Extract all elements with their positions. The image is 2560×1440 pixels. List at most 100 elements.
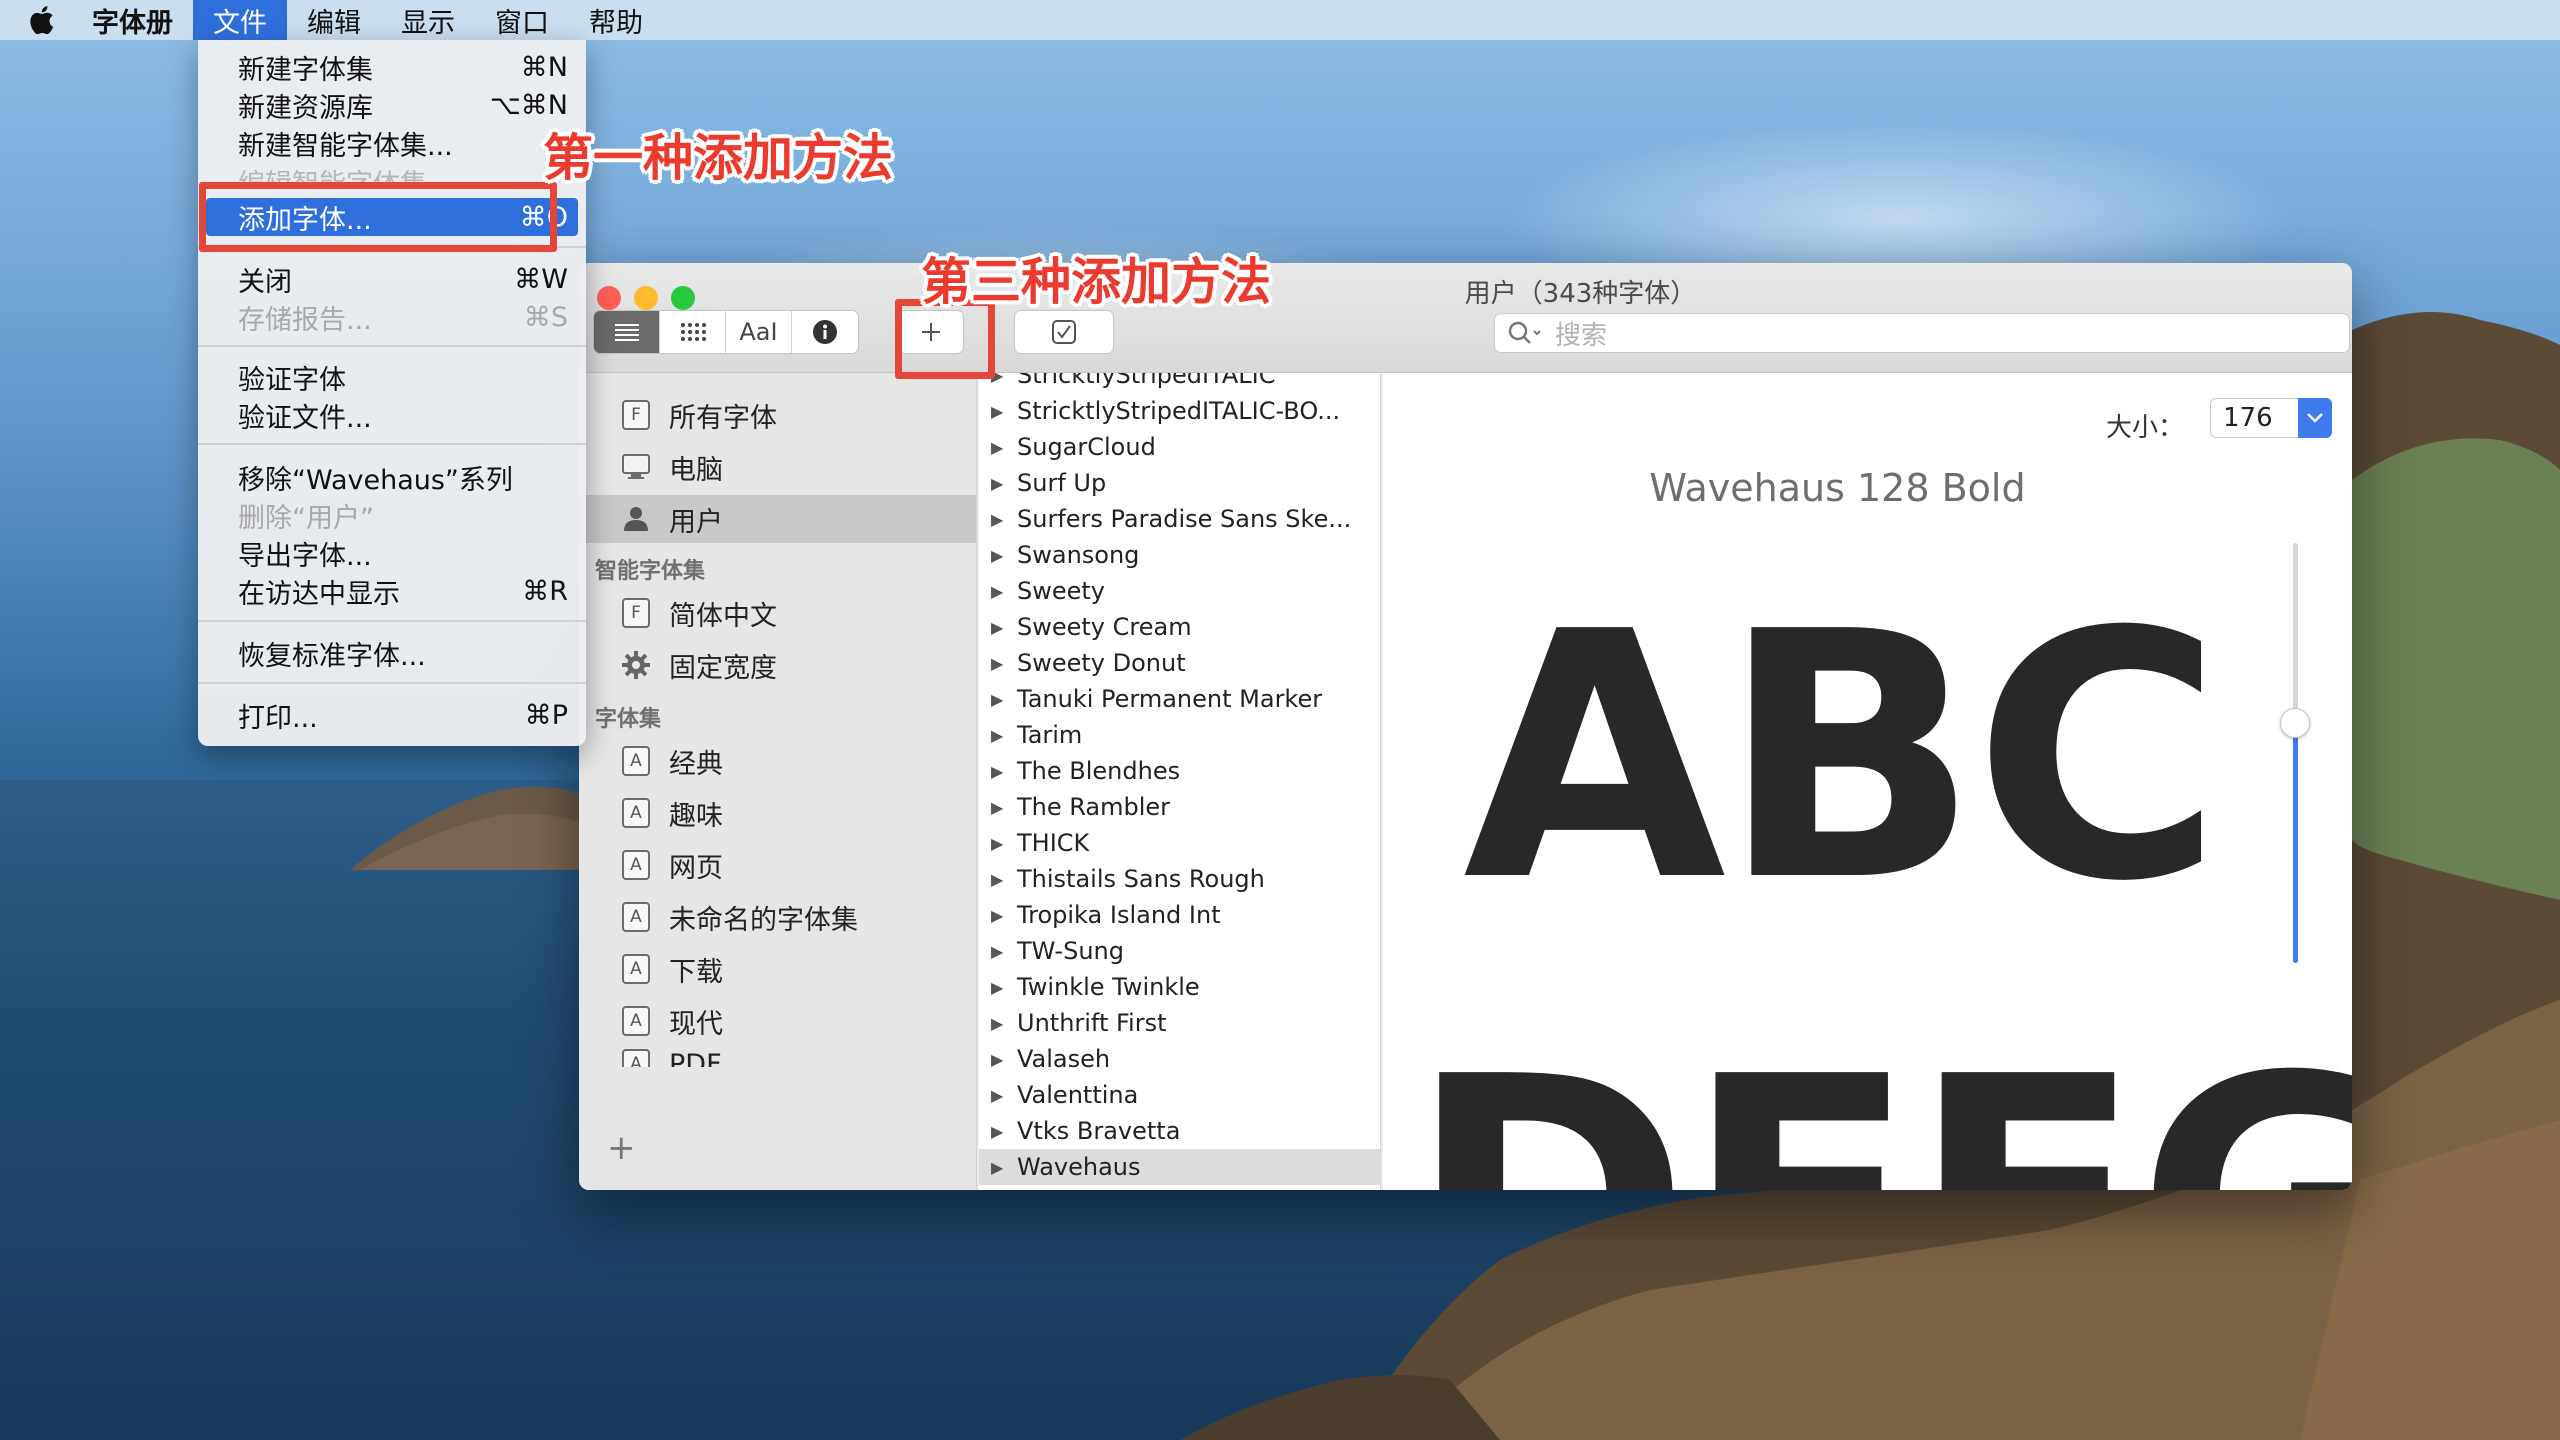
menu-edit[interactable]: 编辑 — [287, 0, 381, 40]
validate-button[interactable] — [1014, 310, 1114, 354]
menu-item-validate-file[interactable]: 验证文件... — [206, 396, 578, 434]
font-family-name: The Blendhes — [1017, 757, 1181, 785]
font-list-row[interactable]: ▶ Sweety — [979, 573, 1380, 609]
collection-icon: A — [621, 954, 651, 984]
font-list-row[interactable]: ▶ SugarCloud — [979, 429, 1380, 465]
size-slider-knob[interactable] — [2280, 708, 2310, 738]
menu-item-save-report: 存储报告... ⌘S — [206, 298, 578, 336]
search-field[interactable]: 搜索 — [1494, 313, 2350, 353]
apple-menu-icon[interactable] — [10, 0, 72, 40]
sidebar-item-collection[interactable]: A 下载 — [579, 945, 976, 993]
collection-icon: A — [621, 902, 651, 932]
sample-view-button[interactable]: AaI — [726, 311, 792, 353]
menu-item-new-collection[interactable]: 新建字体集 ⌘N — [206, 48, 578, 86]
disclosure-triangle-icon[interactable]: ▶ — [991, 942, 1017, 961]
disclosure-triangle-icon[interactable]: ▶ — [991, 762, 1017, 781]
sidebar-item-all-fonts[interactable]: F 所有字体 — [579, 391, 976, 439]
font-list-row[interactable]: ▶ StricktlyStripedITALIC — [979, 373, 1380, 393]
sidebar-item-label: PDF — [669, 1049, 722, 1067]
menu-item-label: 恢复标准字体... — [238, 640, 426, 672]
font-list-row[interactable]: ▶ Tanuki Permanent Marker — [979, 681, 1380, 717]
sidebar-item-collection[interactable]: A 未命名的字体集 — [579, 893, 976, 941]
menu-item-restore-standard-fonts[interactable]: 恢复标准字体... — [206, 634, 578, 672]
font-list-row[interactable]: ▶ Wavehaus — [979, 1149, 1380, 1185]
menu-item-label: 关闭 — [238, 266, 292, 298]
menu-item-new-smart-collection[interactable]: 新建智能字体集... — [206, 124, 578, 162]
disclosure-triangle-icon[interactable]: ▶ — [991, 438, 1017, 457]
font-list-row[interactable]: ▶ The Blendhes — [979, 753, 1380, 789]
font-list-row[interactable]: ▶ THICK — [979, 825, 1380, 861]
list-view-button[interactable] — [594, 311, 660, 353]
sidebar-item-label: 网页 — [669, 852, 723, 884]
font-list-row[interactable]: ▶ Surf Up — [979, 465, 1380, 501]
font-family-name: Valaseh — [1017, 1045, 1111, 1073]
grid-view-button[interactable] — [660, 311, 726, 353]
disclosure-triangle-icon[interactable]: ▶ — [991, 1158, 1017, 1177]
sidebar-item-computer[interactable]: 电脑 — [579, 443, 976, 491]
annotation-first-method: 第一种添加方法 — [543, 129, 893, 187]
font-list-row[interactable]: ▶ StricktlyStripedITALIC-BO... — [979, 393, 1380, 429]
disclosure-triangle-icon[interactable]: ▶ — [991, 474, 1017, 493]
disclosure-triangle-icon[interactable]: ▶ — [991, 582, 1017, 601]
menu-item-validate-font[interactable]: 验证字体 — [206, 358, 578, 396]
menu-item-print[interactable]: 打印... ⌘P — [206, 696, 578, 734]
menu-view[interactable]: 显示 — [381, 0, 475, 40]
font-list-row[interactable]: ▶ Valenttina — [979, 1077, 1380, 1113]
font-list-row[interactable]: ▶ Sweety Cream — [979, 609, 1380, 645]
menu-item-label: 新建智能字体集... — [238, 130, 453, 162]
sidebar-item-collection[interactable]: A 趣味 — [579, 789, 976, 837]
disclosure-triangle-icon[interactable]: ▶ — [991, 726, 1017, 745]
font-list-row[interactable]: ▶ Valaseh — [979, 1041, 1380, 1077]
sidebar-item-fixed-width[interactable]: 固定宽度 — [579, 641, 976, 689]
font-list-row[interactable]: ▶ The Rambler — [979, 789, 1380, 825]
disclosure-triangle-icon[interactable]: ▶ — [991, 510, 1017, 529]
font-list-row[interactable]: ▶ Vtks Bravetta — [979, 1113, 1380, 1149]
sidebar-item-collection[interactable]: A 经典 — [579, 737, 976, 785]
disclosure-triangle-icon[interactable]: ▶ — [991, 1086, 1017, 1105]
size-combobox[interactable]: 176 — [2210, 398, 2332, 438]
menu-item-export-fonts[interactable]: 导出字体... — [206, 534, 578, 572]
font-list-row[interactable]: ▶ Surfers Paradise Sans Ske... — [979, 501, 1380, 537]
disclosure-triangle-icon[interactable]: ▶ — [991, 546, 1017, 565]
disclosure-triangle-icon[interactable]: ▶ — [991, 1122, 1017, 1141]
disclosure-triangle-icon[interactable]: ▶ — [991, 1050, 1017, 1069]
disclosure-triangle-icon[interactable]: ▶ — [991, 870, 1017, 889]
disclosure-triangle-icon[interactable]: ▶ — [991, 1014, 1017, 1033]
add-collection-button[interactable]: + — [607, 1128, 636, 1168]
font-list-row[interactable]: ▶ Swansong — [979, 537, 1380, 573]
collection-icon: A — [621, 746, 651, 776]
disclosure-triangle-icon[interactable]: ▶ — [991, 798, 1017, 817]
disclosure-triangle-icon[interactable]: ▶ — [991, 402, 1017, 421]
font-list-row[interactable]: ▶ Tropika Island Int — [979, 897, 1380, 933]
sidebar-item-simplified-chinese[interactable]: F 简体中文 — [579, 589, 976, 637]
disclosure-triangle-icon[interactable]: ▶ — [991, 690, 1017, 709]
sidebar-item-label: 电脑 — [669, 454, 723, 486]
font-list-row[interactable]: ▶ Twinkle Twinkle — [979, 969, 1380, 1005]
font-list-row[interactable]: ▶ TW-Sung — [979, 933, 1380, 969]
font-list-row[interactable]: ▶ Sweety Donut — [979, 645, 1380, 681]
menu-item-show-in-finder[interactable]: 在访达中显示 ⌘R — [206, 572, 578, 610]
menu-window[interactable]: 窗口 — [475, 0, 569, 40]
collection-icon: A — [621, 1006, 651, 1036]
menu-app-name[interactable]: 字体册 — [72, 0, 193, 40]
sidebar-item-user[interactable]: 用户 — [579, 495, 976, 543]
info-view-button[interactable] — [792, 311, 858, 353]
sidebar-item-collection[interactable]: A 网页 — [579, 841, 976, 889]
menu-help[interactable]: 帮助 — [569, 0, 663, 40]
sidebar-item-collection[interactable]: A 现代 — [579, 997, 976, 1045]
menu-item-remove-family[interactable]: 移除“Wavehaus”系列 — [206, 458, 578, 496]
menu-item-close[interactable]: 关闭 ⌘W — [206, 260, 578, 298]
disclosure-triangle-icon[interactable]: ▶ — [991, 978, 1017, 997]
disclosure-triangle-icon[interactable]: ▶ — [991, 618, 1017, 637]
font-list-row[interactable]: ▶ Thistails Sans Rough — [979, 861, 1380, 897]
disclosure-triangle-icon[interactable]: ▶ — [991, 654, 1017, 673]
menu-file[interactable]: 文件 — [193, 0, 287, 40]
menu-item-new-library[interactable]: 新建资源库 ⌥⌘N — [206, 86, 578, 124]
font-family-name: Thistails Sans Rough — [1017, 865, 1265, 893]
font-list-row[interactable]: ▶ Tarim — [979, 717, 1380, 753]
disclosure-triangle-icon[interactable]: ▶ — [991, 906, 1017, 925]
font-list-row[interactable]: ▶ Unthrift First — [979, 1005, 1380, 1041]
sidebar-item-collection[interactable]: A PDF — [579, 1049, 976, 1067]
disclosure-triangle-icon[interactable]: ▶ — [991, 834, 1017, 853]
chevron-down-icon[interactable] — [2298, 398, 2332, 438]
